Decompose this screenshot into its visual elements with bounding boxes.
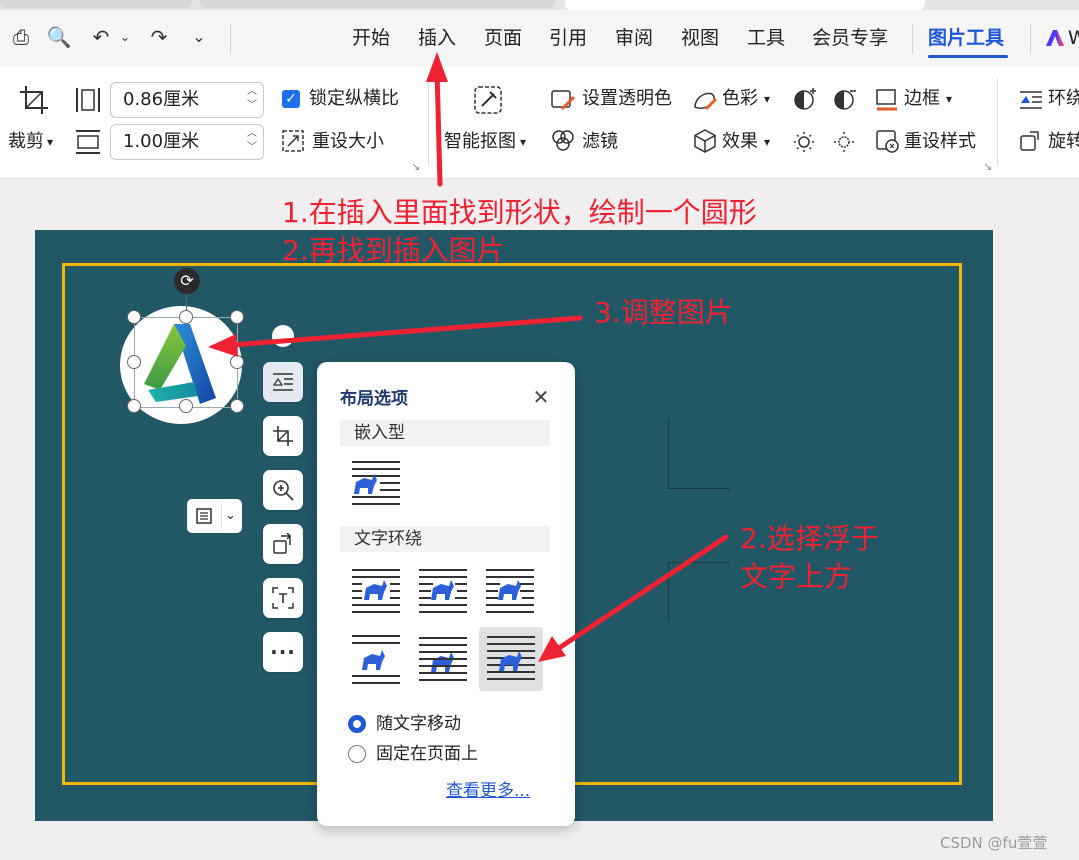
arrowhead [208,334,238,357]
annotation-step1: 1.在插入里面找到形状，绘制一个圆形 [282,196,757,229]
arrowhead [426,52,448,82]
annotation-step2: 2.再找到插入图片 [282,234,505,267]
watermark: CSDN @fu萱萱 [940,834,1048,852]
arrow-wrap-option [553,534,729,653]
arrow-insert-menu [434,67,443,187]
annotation-step3: 3.调整图片 [594,296,733,329]
annotation-step4-line2: 文字上方 [740,560,853,593]
annotation-arrows [208,52,729,662]
arrow-adjust-image [229,315,583,348]
annotation-step4-line1: 2.选择浮于 [740,522,879,555]
